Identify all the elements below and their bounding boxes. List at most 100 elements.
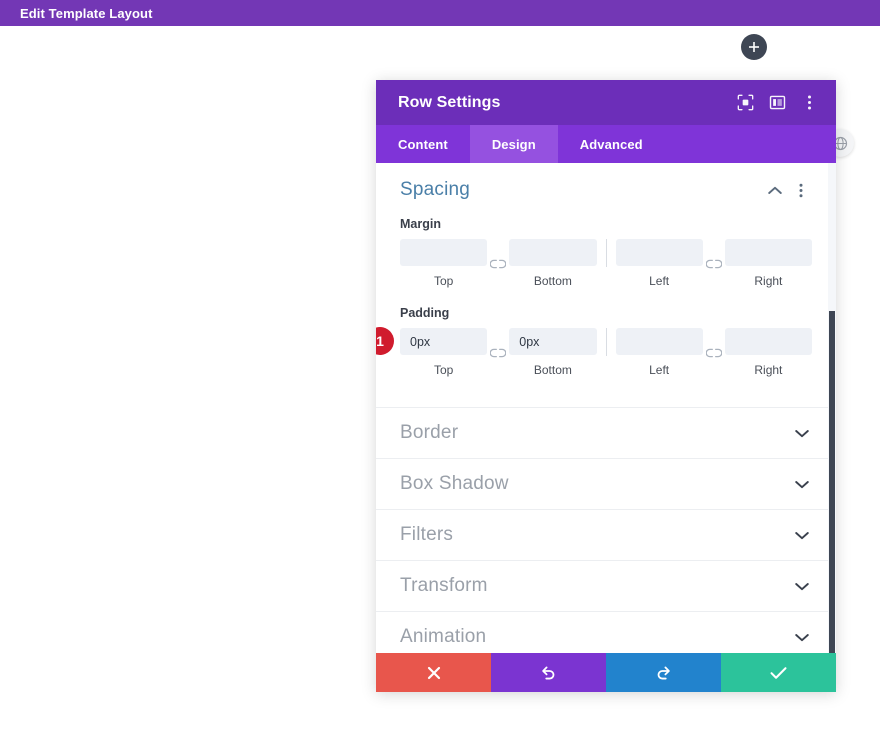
margin-right-input[interactable]	[724, 239, 812, 266]
margin-vertical-link-button[interactable]	[487, 250, 509, 277]
section-animation-expand-icon[interactable]	[792, 627, 812, 647]
spacing-menu-button[interactable]	[790, 179, 812, 201]
margin-divider	[605, 239, 607, 267]
padding-bottom-input[interactable]	[509, 328, 597, 355]
margin-left-cell: Left	[615, 239, 703, 288]
admin-bar: Edit Template Layout	[0, 0, 880, 26]
check-icon	[770, 666, 787, 679]
padding-field-group: Padding 1 Top	[376, 306, 812, 377]
margin-field-group: Margin Top Bottom Left Right	[400, 217, 812, 288]
padding-right-caption: Right	[754, 363, 783, 377]
section-transform[interactable]: Transform	[376, 560, 836, 611]
padding-right-input[interactable]	[724, 328, 812, 355]
margin-left-caption: Left	[649, 274, 670, 288]
section-spacing: Spacing Margin Top Bottom Left Right Pad…	[376, 163, 836, 391]
section-transform-expand-icon[interactable]	[792, 576, 812, 596]
padding-top-input[interactable]	[400, 328, 488, 355]
section-transform-label: Transform	[400, 575, 488, 596]
section-border[interactable]: Border	[376, 407, 836, 458]
padding-vertical-pair: Top Bottom	[400, 328, 597, 377]
chevron-down-icon	[795, 480, 809, 488]
admin-bar-title: Edit Template Layout	[20, 5, 153, 21]
link-broken-icon	[490, 348, 507, 357]
modal-header: Row Settings	[376, 80, 836, 125]
margin-vertical-pair: Top Bottom	[400, 239, 597, 288]
margin-left-input[interactable]	[615, 239, 703, 266]
tab-design[interactable]: Design	[469, 125, 558, 163]
margin-bottom-caption: Bottom	[533, 274, 572, 288]
header-kebab-menu-button[interactable]	[796, 90, 822, 116]
redo-icon	[657, 666, 670, 680]
scrollbar-thumb[interactable]	[829, 311, 835, 653]
spacing-collapse-button[interactable]	[764, 179, 786, 201]
section-animation-label: Animation	[400, 626, 487, 647]
section-box-shadow-label: Box Shadow	[400, 473, 509, 494]
chevron-down-icon	[795, 531, 809, 539]
padding-step-badge: 1	[376, 327, 394, 355]
modal-tab-bar: Content Design Advanced	[376, 125, 836, 163]
margin-inputs: Top Bottom Left Right	[400, 239, 812, 288]
focus-target-icon	[737, 94, 753, 111]
scrollbar-track[interactable]	[828, 163, 836, 653]
padding-top-caption: Top	[433, 363, 454, 377]
section-animation[interactable]: Animation	[376, 611, 836, 653]
section-border-label: Border	[400, 422, 459, 443]
link-broken-icon	[705, 259, 722, 268]
row-settings-modal: Row Settings Content Design Advanced Spa…	[376, 80, 836, 692]
padding-bottom-caption: Bottom	[533, 363, 572, 377]
section-box-shadow[interactable]: Box Shadow	[376, 458, 836, 509]
padding-bottom-cell: Bottom	[509, 328, 597, 377]
section-filters-label: Filters	[400, 524, 454, 545]
add-section-button[interactable]	[741, 34, 767, 60]
padding-left-caption: Left	[649, 363, 670, 377]
margin-top-caption: Top	[433, 274, 454, 288]
padding-divider	[605, 328, 607, 356]
chevron-down-icon	[795, 633, 809, 641]
margin-horizontal-pair: Left Right	[615, 239, 812, 288]
margin-right-cell: Right	[724, 239, 812, 288]
margin-bottom-cell: Bottom	[509, 239, 597, 288]
padding-label: Padding	[400, 306, 450, 320]
padding-right-cell: Right	[724, 328, 812, 377]
layout-panel-icon-button[interactable]	[764, 90, 790, 116]
padding-left-cell: Left	[615, 328, 703, 377]
link-broken-icon	[490, 259, 507, 268]
spacing-header: Spacing	[400, 179, 812, 201]
section-border-expand-icon[interactable]	[792, 423, 812, 443]
section-box-shadow-expand-icon[interactable]	[792, 474, 812, 494]
cancel-button[interactable]	[376, 653, 491, 692]
tab-advanced[interactable]: Advanced	[558, 125, 665, 163]
kebab-menu-icon	[799, 183, 803, 197]
save-button[interactable]	[721, 653, 836, 692]
undo-icon	[542, 666, 555, 680]
chevron-down-icon	[795, 582, 809, 590]
redo-button[interactable]	[606, 653, 721, 692]
layout-panel-icon	[769, 95, 785, 110]
modal-footer	[376, 653, 836, 692]
kebab-menu-icon	[807, 95, 811, 110]
close-icon	[427, 666, 440, 679]
chevron-down-icon	[795, 429, 809, 437]
margin-right-caption: Right	[754, 274, 783, 288]
undo-button[interactable]	[491, 653, 606, 692]
focus-target-icon-button[interactable]	[732, 90, 758, 116]
padding-inputs: 1 Top	[376, 327, 812, 377]
modal-title: Row Settings	[398, 93, 501, 111]
padding-left-input[interactable]	[615, 328, 703, 355]
margin-top-cell: Top	[400, 239, 488, 288]
margin-label: Margin	[400, 217, 441, 231]
link-broken-icon	[705, 348, 722, 357]
padding-vertical-link-button[interactable]	[487, 339, 509, 366]
margin-top-input[interactable]	[400, 239, 488, 266]
tab-content[interactable]: Content	[376, 125, 470, 163]
padding-horizontal-link-button[interactable]	[703, 339, 725, 366]
margin-bottom-input[interactable]	[509, 239, 597, 266]
collapsed-sections: Border Box Shadow Filters Transform Anim…	[376, 407, 836, 653]
section-filters-expand-icon[interactable]	[792, 525, 812, 545]
margin-horizontal-link-button[interactable]	[703, 250, 725, 277]
spacing-title: Spacing	[400, 179, 471, 200]
padding-horizontal-pair: Left Right	[615, 328, 812, 377]
chevron-up-icon	[768, 186, 782, 194]
padding-top-cell: Top	[400, 328, 488, 377]
section-filters[interactable]: Filters	[376, 509, 836, 560]
